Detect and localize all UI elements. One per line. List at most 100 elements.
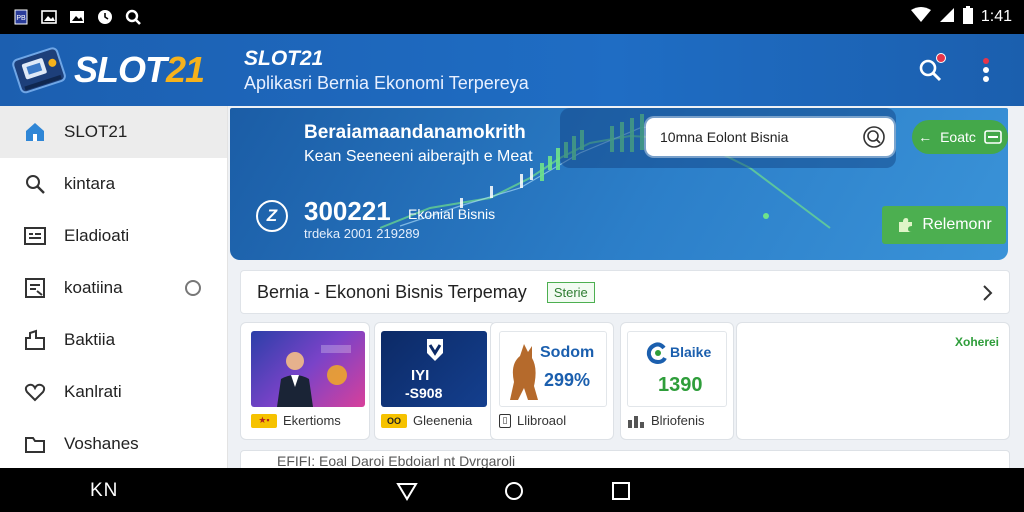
wifi-icon [910,6,931,28]
hero-banner: Beraiamaandanamokrith Kean Seeneeni aibe… [230,108,1008,260]
search-icon[interactable] [862,125,886,149]
card-image [251,331,365,407]
radio-button[interactable] [185,280,201,296]
pill-action-button[interactable]: ← Eoatc [912,120,1008,154]
back-icon[interactable] [396,480,418,502]
more-vert-icon [983,58,989,82]
chevron-right-icon [983,285,993,301]
card-image: Sodom 299% [499,331,607,407]
status-left-icons: PB [12,8,142,26]
banner-value: 300221 [304,196,391,226]
main-content: Beraiamaandanamokrith Kean Seeneeni aibe… [228,106,1024,470]
card-footer: ★▪ Ekertioms [251,413,341,428]
sidebar-item-baktiia[interactable]: Baktiia [0,314,227,366]
kangaroo-icon [510,344,538,400]
info-row-title: Bernia - Ekononi Bisnis Terpemay [257,281,527,302]
bottom-strip-text: EFIFI: Eoal Daroi Ebdoiarl nt Dvrgaroli [277,453,516,469]
sidebar-item-kintara[interactable]: kintara [0,158,227,210]
app-card-3[interactable]: Sodom 299% ▯ Llibroaol [490,322,614,440]
search-icon [22,171,48,197]
image-icon [68,8,86,26]
logo-wordmark: SLOT21 [74,49,205,91]
banner-value-label: Ekonial Bisnis [408,206,496,222]
status-bar: PB 1:41 [0,0,1024,34]
logo-text-21: 21 [166,49,205,90]
card-image: Blaike 1390 [627,331,727,407]
card-badge: OO [381,413,407,428]
logo-text-slot: SLOT [74,49,167,90]
card-footer: OO Gleenenia [381,413,472,428]
status-time: 1:41 [980,8,1012,25]
sidebar-item-label: Kanlrati [64,382,122,401]
slot-machine-logo-icon [12,47,66,94]
app-notification-icon: PB [12,8,30,26]
card-label: Gleenenia [413,413,473,428]
sidebar-item-kanlrati[interactable]: Kanlrati [0,366,227,418]
sidebar-item-voshanes[interactable]: Voshanes [0,418,227,470]
banner-value-sub: trdeka 2001 219289 [304,226,420,241]
notification-dot [936,53,946,63]
home-icon[interactable] [503,480,525,502]
app-card-1[interactable]: ★▪ Ekertioms [240,322,370,440]
sidebar-item-eladioati[interactable]: Eladioati [0,210,227,262]
app-logo[interactable]: SLOT21 [0,34,230,106]
card-icon [984,130,1002,144]
card-image-text-2: 1390 [658,374,703,396]
clock-icon [96,8,114,26]
app-card-4[interactable]: Blaike 1390 Blriofenis [620,322,734,440]
card-label: Blriofenis [651,413,705,428]
card-image-text-2: -S908 [405,385,443,401]
banner-search-input[interactable]: 10mna Eolont Bisnia [646,118,894,156]
puzzle-icon [899,218,913,232]
sidebar-item-label: koatiina [64,278,123,297]
search-icon [124,8,142,26]
sidebar-item-label: Voshanes [64,434,139,453]
bag-icon [22,327,48,353]
folder-icon [22,431,48,457]
header-subtitle: Aplikasri Bernia Ekonomi Terpereya [244,72,529,93]
card-badge: ▯ [499,413,511,428]
bottom-list-item[interactable]: EFIFI: Eoal Daroi Ebdoiarl nt Dvrgaroli [240,450,1010,470]
brand-z-logo-icon: Z [256,200,288,232]
sidebar-item-label: kintara [64,174,116,193]
system-navigation-bar: KN [0,468,1024,512]
banner-heading: Beraiamaandanamokrith [304,122,526,143]
sidebar-item-label: Eladioati [64,226,130,245]
info-badge: Sterie [546,281,595,303]
card-image-text-1: Blaike [670,344,712,360]
app-header: SLOT21 SLOT21 Aplikasri Bernia Ekonomi T… [0,34,1024,106]
search-text: 10mna Eolont Bisnia [660,129,789,145]
app-card-5[interactable]: Xoherei [736,322,1010,440]
battery-icon [962,5,973,29]
recommend-label: Relemonr [922,216,992,233]
recommend-button[interactable]: Relemonr [882,206,1006,244]
brand-c-logo-icon [646,342,667,364]
nav-left-label: KN [90,480,119,501]
person-promo-image [277,345,351,407]
card-label: Llibroaol [517,413,567,428]
sidebar-item-label: SLOT21 [64,122,128,141]
android-screen: PB 1:41 SLOT21 SLOT21 Aplikasri Bernia E… [0,0,1024,512]
image-icon [40,8,58,26]
status-right: 1:41 [910,5,1012,29]
card-image-text-2: 299% [544,370,591,390]
navigation-drawer: SLOT21 kintara Eladioati koatiina Baktii… [0,106,228,468]
recents-icon[interactable] [610,480,632,502]
header-search-button[interactable] [916,53,946,84]
header-titles: SLOT21 Aplikasri Bernia Ekonomi Terperey… [230,47,529,94]
home-icon [22,119,48,145]
card-label: Ekertioms [283,413,341,428]
info-row[interactable]: Bernia - Ekononi Bisnis Terpemay Sterie [240,270,1010,314]
card-image-text-1: Sodom [540,344,595,361]
svg-text:PB: PB [16,15,26,22]
list-icon [22,223,48,249]
card-badge: ★▪ [251,413,277,428]
card-big-label: Xoherei [954,335,999,349]
app-card-2[interactable]: IYI -S908 OO Gleenenia [374,322,496,440]
overflow-menu-button[interactable] [972,56,1000,84]
document-icon [22,275,48,301]
heart-icon [22,379,48,405]
sidebar-item-koatiina[interactable]: koatiina [0,262,227,314]
sidebar-item-slot21[interactable]: SLOT21 [0,106,227,158]
pill-label: Eoatc [940,129,976,145]
